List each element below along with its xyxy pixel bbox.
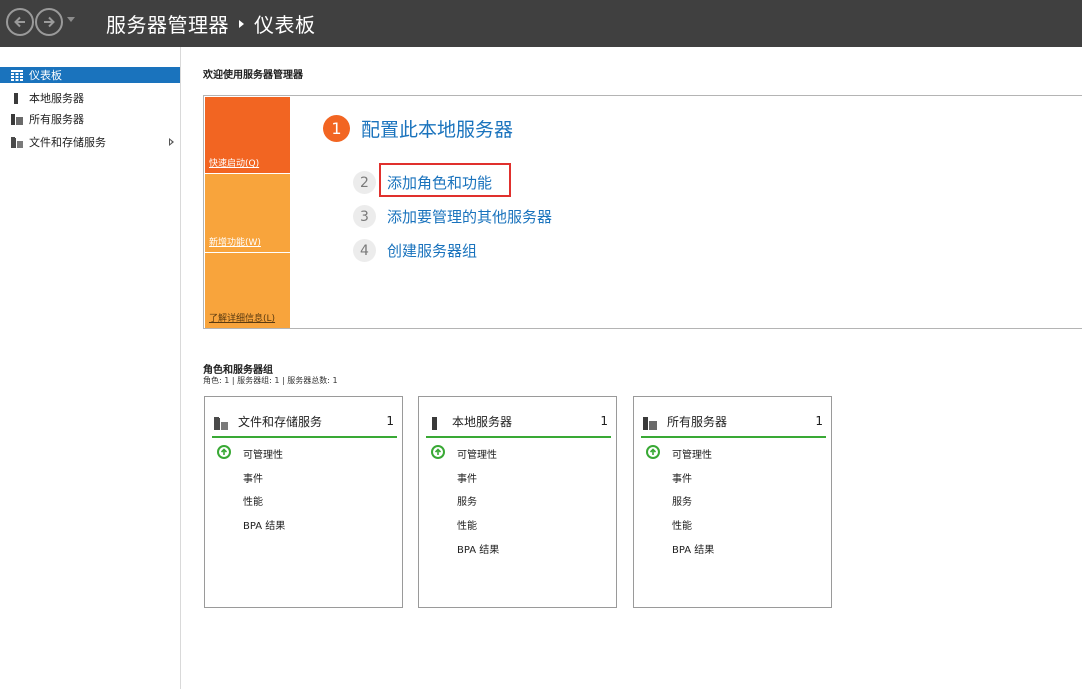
status-bar bbox=[641, 436, 826, 438]
server-icon bbox=[428, 415, 442, 430]
card-count: 1 bbox=[386, 414, 394, 428]
file-storage-icon bbox=[214, 415, 228, 430]
expand-arrow-icon[interactable] bbox=[169, 138, 174, 146]
sidebar-item-label: 文件和存储服务 bbox=[29, 136, 106, 149]
servers-icon bbox=[11, 113, 23, 125]
quick-start-panel: 快速启动(Q) 新增功能(W) 了解详细信息(L) 1 配置此本地服务器 2 添… bbox=[203, 95, 1082, 329]
dashboard-icon bbox=[11, 69, 23, 81]
card-title: 文件和存储服务 bbox=[238, 414, 323, 429]
step-link[interactable]: 添加要管理的其他服务器 bbox=[387, 206, 552, 227]
role-card-file-storage[interactable]: 文件和存储服务 1 可管理性 事件 性能 BPA 结果 bbox=[204, 396, 403, 608]
file-storage-icon bbox=[11, 136, 23, 148]
card-row-manageability[interactable]: 可管理性 bbox=[672, 446, 712, 461]
tile-label: 新增功能(W) bbox=[209, 238, 261, 248]
sidebar-item-all-servers[interactable]: 所有服务器 bbox=[0, 111, 180, 127]
card-row-manageability[interactable]: 可管理性 bbox=[243, 446, 283, 461]
page-title: 仪表板 bbox=[254, 13, 316, 37]
card-row-events[interactable]: 事件 bbox=[672, 470, 692, 485]
step-create-group[interactable]: 4 创建服务器组 bbox=[353, 239, 477, 262]
card-row-performance[interactable]: 性能 bbox=[457, 517, 477, 532]
sidebar-item-local-server[interactable]: 本地服务器 bbox=[0, 90, 180, 106]
status-up-icon bbox=[431, 445, 445, 459]
card-row-bpa[interactable]: BPA 结果 bbox=[457, 541, 499, 556]
welcome-heading: 欢迎使用服务器管理器 bbox=[203, 70, 303, 81]
step-number: 4 bbox=[353, 239, 376, 262]
status-bar bbox=[212, 436, 397, 438]
card-row-services[interactable]: 服务 bbox=[672, 493, 692, 508]
card-header[interactable]: 文件和存储服务 1 bbox=[212, 411, 397, 431]
card-title: 本地服务器 bbox=[452, 414, 513, 429]
tile-label: 快速启动(Q) bbox=[209, 159, 260, 169]
step-configure-local-server[interactable]: 1 配置此本地服务器 bbox=[323, 115, 513, 142]
card-row-bpa[interactable]: BPA 结果 bbox=[243, 517, 285, 532]
card-title: 所有服务器 bbox=[667, 414, 728, 429]
card-row-manageability[interactable]: 可管理性 bbox=[457, 446, 497, 461]
role-card-all-servers[interactable]: 所有服务器 1 可管理性 事件 服务 性能 BPA 结果 bbox=[633, 396, 832, 608]
sidebar: 仪表板 本地服务器 所有服务器 文件和存储服务 bbox=[0, 47, 181, 689]
card-header[interactable]: 所有服务器 1 bbox=[641, 411, 826, 431]
tile-label: 了解详细信息(L) bbox=[209, 314, 276, 324]
sidebar-item-dashboard[interactable]: 仪表板 bbox=[0, 67, 180, 83]
server-icon bbox=[11, 92, 23, 104]
roles-heading: 角色和服务器组 bbox=[203, 365, 273, 376]
status-up-icon bbox=[217, 445, 231, 459]
window-title: 服务器管理器 仪表板 bbox=[106, 9, 316, 38]
history-dropdown-icon[interactable] bbox=[67, 17, 75, 22]
card-count: 1 bbox=[600, 414, 608, 428]
tile-whats-new[interactable]: 新增功能(W) bbox=[205, 174, 290, 252]
status-up-icon bbox=[646, 445, 660, 459]
role-card-local-server[interactable]: 本地服务器 1 可管理性 事件 服务 性能 BPA 结果 bbox=[418, 396, 617, 608]
title-bar: 服务器管理器 仪表板 bbox=[0, 0, 1082, 47]
card-row-services[interactable]: 服务 bbox=[457, 493, 477, 508]
card-row-performance[interactable]: 性能 bbox=[243, 493, 263, 508]
back-button[interactable] bbox=[6, 8, 34, 36]
step-number: 2 bbox=[353, 171, 376, 194]
step-link[interactable]: 创建服务器组 bbox=[387, 240, 477, 261]
card-row-performance[interactable]: 性能 bbox=[672, 517, 692, 532]
breadcrumb-separator-icon bbox=[239, 19, 244, 28]
arrow-left-icon bbox=[14, 16, 25, 28]
highlight-box bbox=[379, 163, 511, 197]
roles-summary: 角色: 1 | 服务器组: 1 | 服务器总数: 1 bbox=[203, 376, 338, 385]
card-header[interactable]: 本地服务器 1 bbox=[426, 411, 611, 431]
sidebar-item-label: 仪表板 bbox=[29, 69, 62, 82]
forward-button[interactable] bbox=[35, 8, 63, 36]
sidebar-item-label: 所有服务器 bbox=[29, 113, 84, 126]
sidebar-item-file-storage[interactable]: 文件和存储服务 bbox=[0, 134, 180, 150]
servers-icon bbox=[643, 415, 657, 430]
step-add-servers[interactable]: 3 添加要管理的其他服务器 bbox=[353, 205, 552, 228]
card-count: 1 bbox=[815, 414, 823, 428]
card-row-bpa[interactable]: BPA 结果 bbox=[672, 541, 714, 556]
app-name: 服务器管理器 bbox=[106, 13, 229, 37]
card-row-events[interactable]: 事件 bbox=[243, 470, 263, 485]
tile-learn-more[interactable]: 了解详细信息(L) bbox=[205, 253, 290, 328]
step-number: 1 bbox=[323, 115, 350, 142]
arrow-right-icon bbox=[44, 16, 55, 28]
tile-quick-start[interactable]: 快速启动(Q) bbox=[205, 97, 290, 173]
status-bar bbox=[426, 436, 611, 438]
step-link[interactable]: 配置此本地服务器 bbox=[361, 115, 513, 142]
step-number: 3 bbox=[353, 205, 376, 228]
card-row-events[interactable]: 事件 bbox=[457, 470, 477, 485]
sidebar-item-label: 本地服务器 bbox=[29, 92, 84, 105]
